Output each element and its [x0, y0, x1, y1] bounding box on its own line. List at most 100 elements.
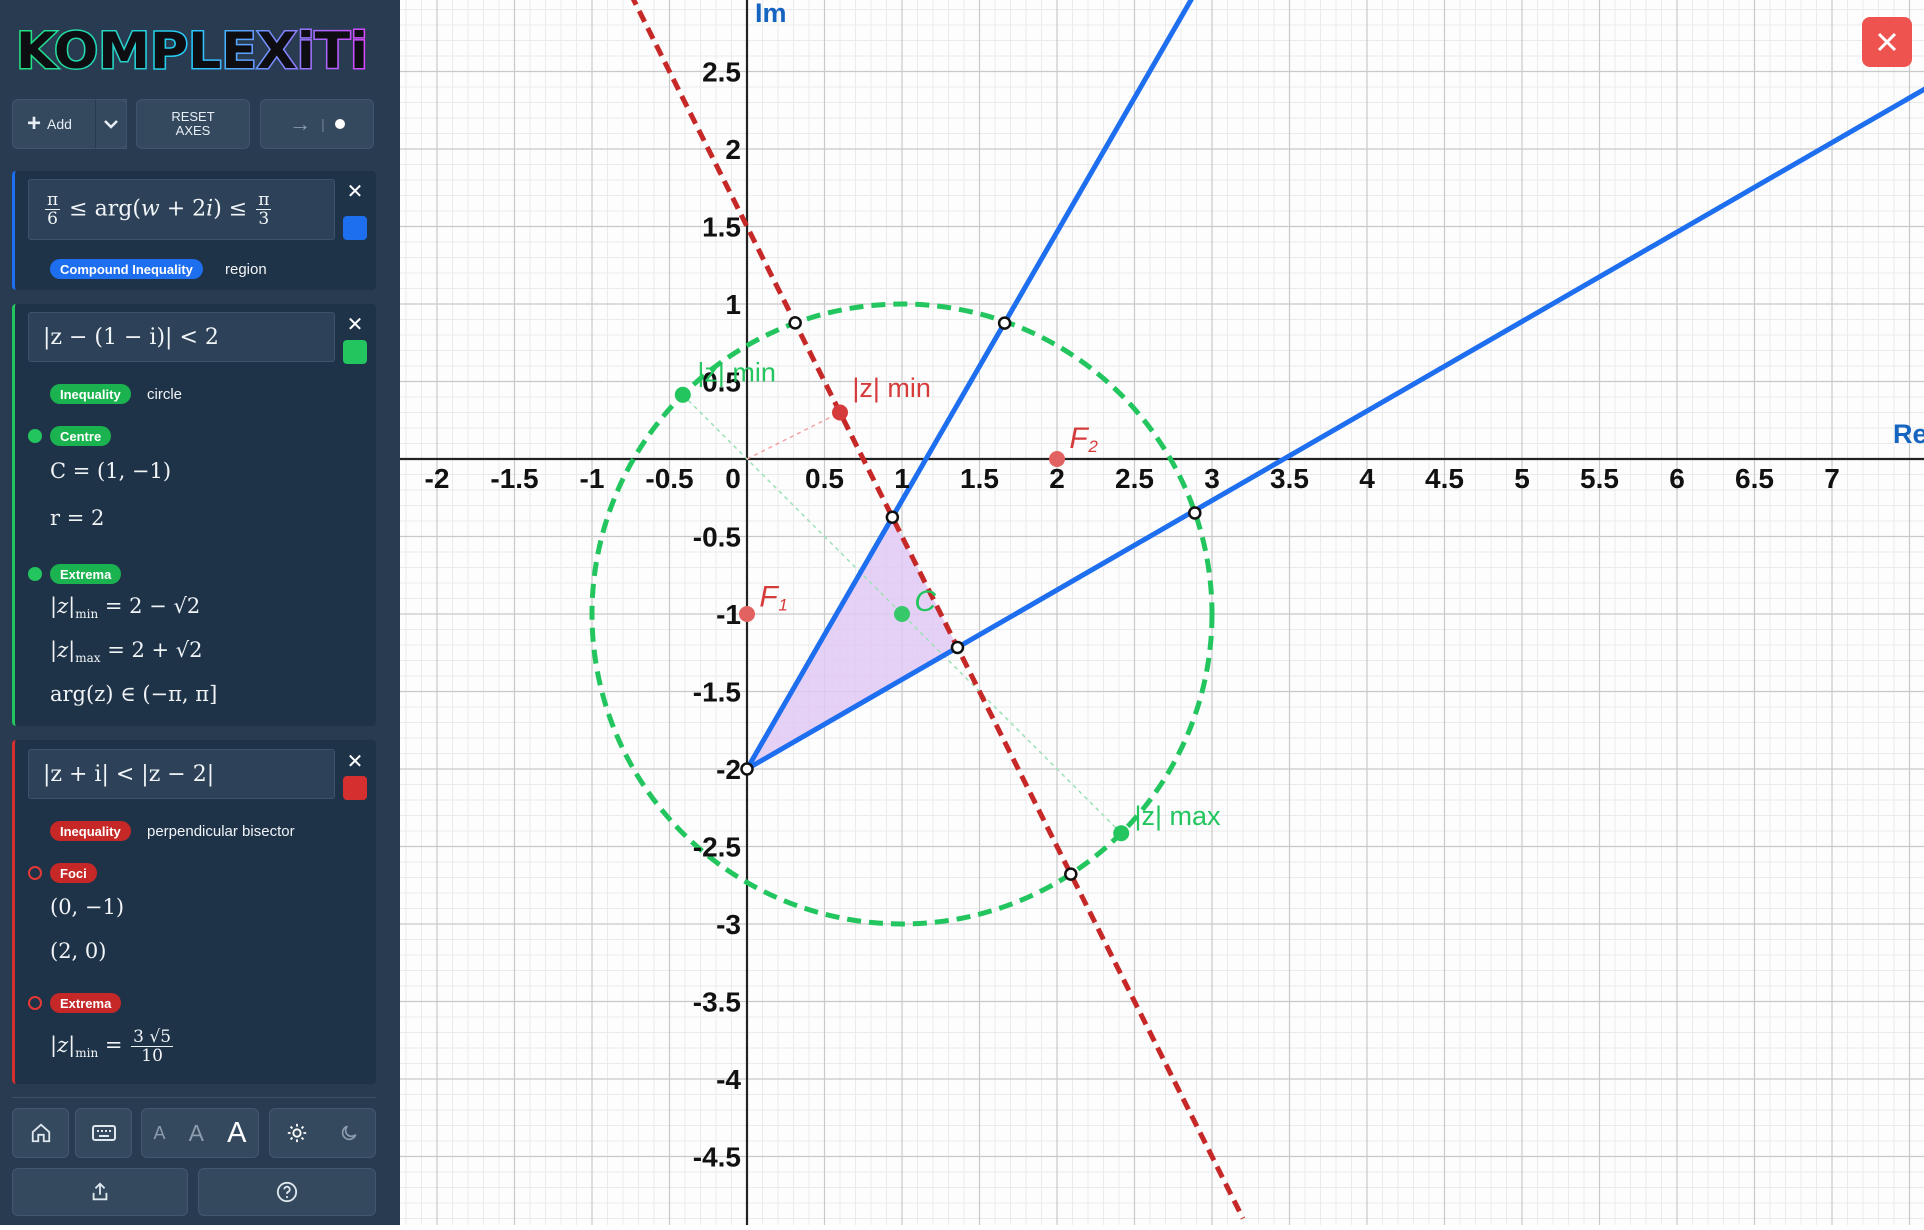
add-label: Add [47, 116, 72, 132]
x-tick-label: 0 [725, 463, 741, 494]
delete-expression-3[interactable]: ✕ [343, 750, 367, 773]
focus-1-label: F [759, 580, 779, 613]
x-tick-label: 7 [1824, 463, 1840, 494]
intersection-point[interactable] [788, 316, 802, 330]
intersection-point[interactable] [997, 316, 1012, 330]
focus-1-subscript: 1 [778, 595, 787, 614]
arrow-right-icon: → [289, 111, 312, 136]
complex-plane[interactable]: -2 -1.5 -1 -0.5 0 0.5 1 1.5 2 2.5 3 3.5 4 4.5 5 5.5 6 6.5… [400, 0, 1924, 1225]
x-tick-label: -0.5 [645, 463, 693, 494]
centre-toggle[interactable] [28, 429, 42, 443]
dot-icon [334, 119, 345, 129]
sidebar: KOMPLEXiTi + Add RESET AXES → | π6 ≤ arg… [0, 0, 400, 1225]
x-tick-label: 4.5 [1425, 463, 1464, 494]
font-size-large[interactable]: A [227, 1117, 246, 1150]
zmax-point-circle[interactable] [1113, 825, 1130, 842]
chevron-down-icon [104, 120, 118, 129]
expression-input-2[interactable]: |z − (1 − i)| < 2 [28, 312, 335, 362]
foci-toggle[interactable] [28, 866, 42, 880]
kind-label-1: region [225, 261, 267, 278]
expression-3: |z + i| < |z − 2| [43, 761, 215, 787]
zmin-point-circle[interactable] [674, 386, 691, 403]
centre-value: C = (1, −1) [50, 459, 172, 483]
y-tick-label: -3 [716, 909, 741, 940]
y-tick-label: 2 [725, 134, 741, 165]
moon-icon[interactable] [339, 1123, 359, 1143]
x-tick-label: 5.5 [1580, 463, 1619, 494]
intersection-point[interactable] [1064, 867, 1078, 881]
extrema-toggle-2[interactable] [28, 567, 42, 581]
focus-1-point[interactable] [739, 606, 755, 622]
color-swatch-2[interactable] [343, 340, 367, 364]
expression-card-3: |z + i| < |z − 2| ✕ Inequality perpendic… [12, 740, 376, 1084]
centre-point[interactable] [894, 606, 910, 622]
x-tick-label: 4 [1359, 463, 1375, 494]
expression-input-3[interactable]: |z + i| < |z − 2| [28, 749, 335, 799]
zmin-label-circle: |z| min [697, 358, 776, 388]
x-tick-label: -1 [580, 463, 605, 494]
zmin-point-bisector[interactable] [832, 404, 848, 421]
expression-input-1[interactable]: π6 ≤ arg(w + 2i) ≤ π3 [28, 179, 335, 240]
focus-2-subscript: 2 [1087, 437, 1098, 456]
reset-axes-button[interactable]: RESET AXES [136, 99, 250, 149]
im-axis-label: Im [755, 0, 787, 28]
share-button[interactable] [12, 1168, 188, 1216]
extrema-badge-3: Extrema [50, 993, 122, 1013]
font-size-small[interactable]: A [154, 1123, 166, 1144]
close-icon [1877, 32, 1897, 52]
foci-badge: Foci [50, 863, 97, 883]
add-dropdown-button[interactable] [95, 99, 127, 149]
centre-badge: Centre [50, 426, 112, 446]
delete-expression-1[interactable]: ✕ [343, 180, 367, 203]
close-button[interactable] [1862, 17, 1912, 67]
y-tick-label: -1 [716, 599, 741, 630]
intersection-point[interactable] [740, 762, 754, 776]
x-tick-label: 6 [1669, 463, 1685, 494]
help-button[interactable] [198, 1168, 376, 1216]
intersection-point[interactable] [950, 640, 965, 655]
kind-label-3: perpendicular bisector [147, 823, 295, 840]
x-tick-label: -1.5 [490, 463, 538, 494]
type-badge-3: Inequality [50, 821, 131, 841]
extrema-badge-2: Extrema [50, 564, 122, 584]
expression-card-2: |z − (1 − i)| < 2 ✕ Inequality circle Ce… [12, 304, 376, 726]
share-icon [92, 1182, 108, 1201]
extrema-toggle-3[interactable] [28, 996, 42, 1010]
y-tick-label: -2.5 [693, 832, 741, 863]
zmin-value-2: |z|min = 2 − √2 [50, 594, 201, 622]
zmax-value-2: |z|max = 2 + √2 [50, 638, 203, 666]
delete-expression-2[interactable]: ✕ [343, 313, 367, 336]
focus-2-value: (2, 0) [50, 939, 107, 963]
svg-text:KOMPLEXiTi: KOMPLEXiTi [16, 22, 368, 80]
intersection-point[interactable] [885, 510, 900, 524]
font-size-group: A A A [141, 1108, 259, 1158]
color-swatch-1[interactable] [343, 216, 367, 240]
expression-2: |z − (1 − i)| < 2 [43, 324, 219, 350]
home-button[interactable] [12, 1108, 69, 1158]
x-tick-label: 1.5 [960, 463, 999, 494]
centre-label: C [914, 585, 936, 618]
x-tick-label: 2.5 [1115, 463, 1154, 494]
sidebar-divider [12, 1097, 376, 1098]
keyboard-button[interactable] [75, 1108, 132, 1158]
y-tick-label: -4 [716, 1064, 741, 1095]
x-tick-label: 6.5 [1735, 463, 1774, 494]
y-tick-label: -2 [716, 754, 741, 785]
x-tick-label: 3.5 [1270, 463, 1309, 494]
y-tick-label: -3.5 [693, 987, 741, 1018]
y-tick-label: -4.5 [693, 1142, 741, 1173]
y-tick-label: 2.5 [702, 57, 741, 88]
x-tick-label: 0.5 [805, 463, 844, 494]
divider: | [321, 116, 325, 132]
graph-canvas[interactable]: -2 -1.5 -1 -0.5 0 0.5 1 1.5 2 2.5 3 3.5 4 4.5 5 5.5 6 6.5… [400, 0, 1924, 1225]
intersection-point[interactable] [1188, 506, 1202, 520]
type-badge-1: Compound Inequality [50, 259, 203, 279]
color-swatch-3[interactable] [343, 776, 367, 800]
font-size-medium[interactable]: A [189, 1120, 204, 1147]
help-icon [276, 1181, 298, 1203]
y-tick-label: -1.5 [693, 677, 741, 708]
mode-toggle[interactable]: → | [260, 99, 374, 149]
sun-icon[interactable] [286, 1122, 308, 1144]
plus-icon: + [27, 110, 42, 137]
re-axis-label: Re [1893, 419, 1924, 449]
